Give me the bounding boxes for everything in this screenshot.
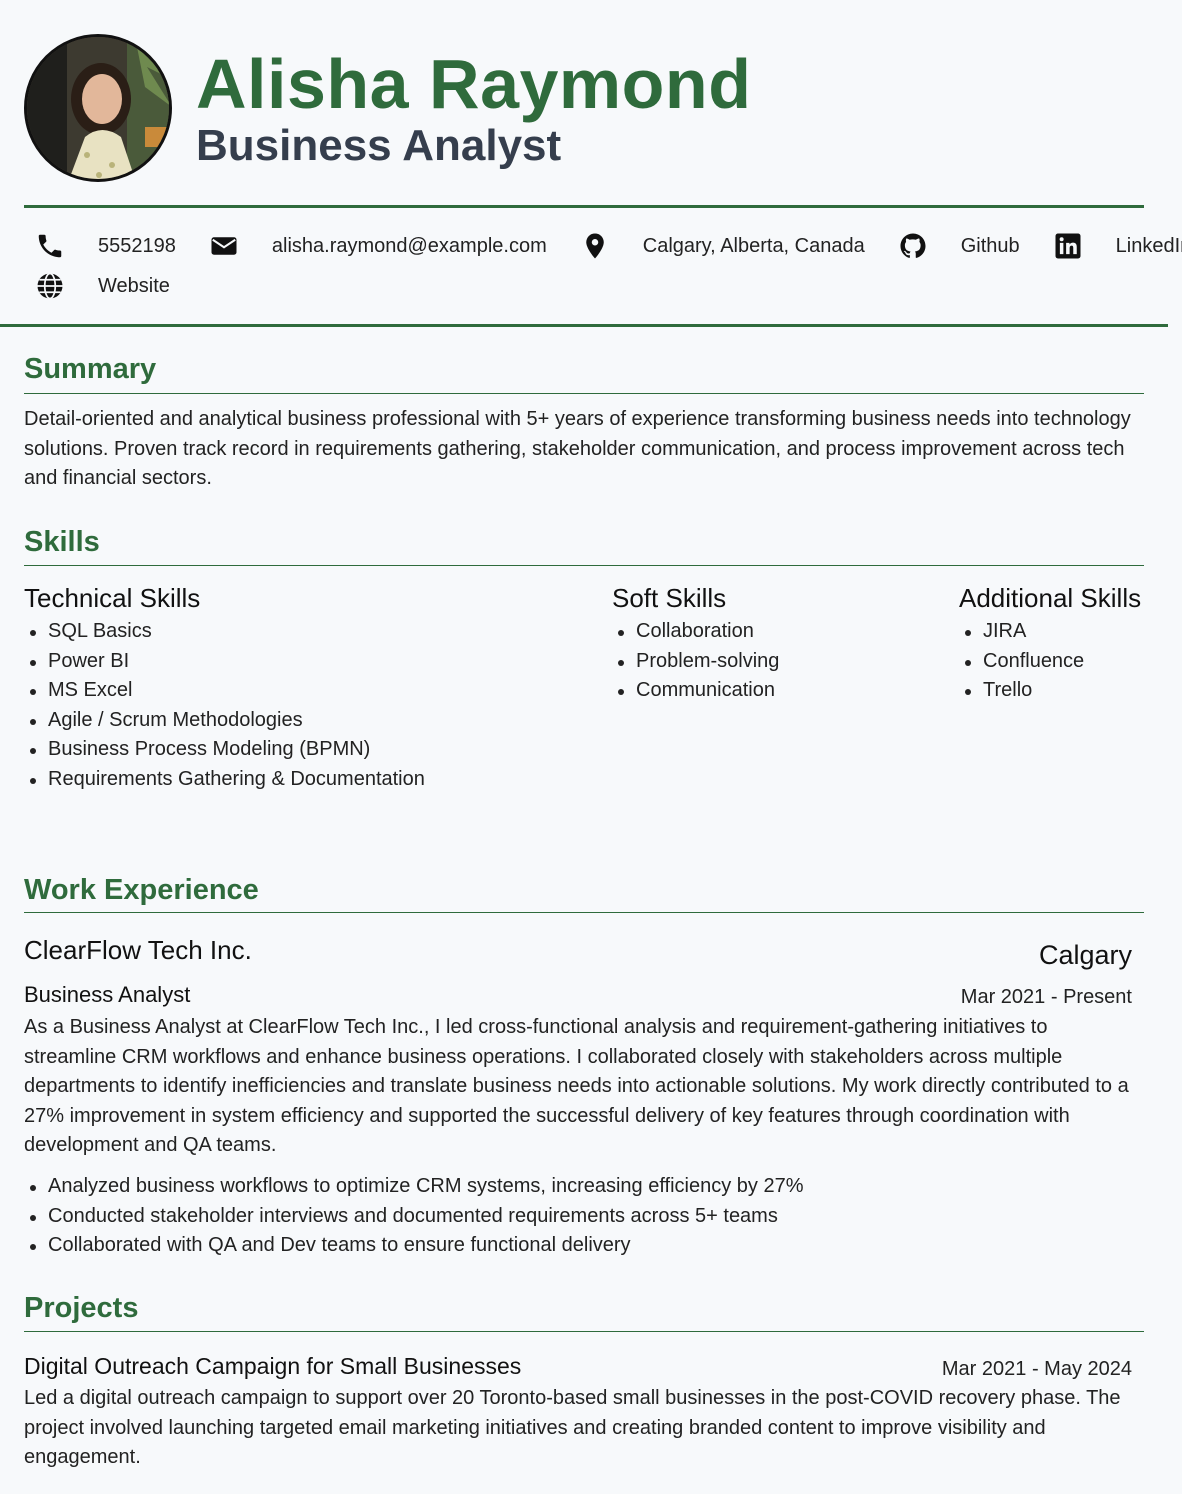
resume-page: Alisha Raymond Business Analyst 5552198 …	[0, 0, 1182, 1494]
candidate-name: Alisha Raymond	[196, 45, 752, 123]
candidate-title: Business Analyst	[196, 121, 562, 170]
skill-group-title: Additional Skills	[959, 583, 1142, 613]
skill-group-title: Soft Skills	[612, 583, 727, 613]
skills-heading: Skills	[24, 526, 100, 558]
contacts-divider	[0, 324, 1168, 327]
resume-header: Alisha Raymond Business Analyst	[24, 34, 1144, 184]
contact-linkedin[interactable]: LinkedIn	[1042, 230, 1182, 262]
github-icon	[897, 230, 929, 262]
phone-icon	[34, 230, 66, 262]
contact-phone[interactable]: 5552198	[24, 230, 176, 262]
project-dates: Mar 2021 - May 2024	[941, 1358, 1132, 1380]
contact-website[interactable]: Website	[24, 270, 170, 302]
skill-item: Requirements Gathering & Documentation	[24, 765, 425, 795]
job-description: As a Business Analyst at ClearFlow Tech …	[24, 1016, 1129, 1156]
summary-text: Detail-oriented and analytical business …	[24, 408, 1131, 489]
job-bullets: Analyzed business workflows to optimize …	[24, 1172, 804, 1261]
envelope-icon	[208, 230, 240, 262]
projects-heading: Projects	[24, 1292, 139, 1324]
skill-item: MS Excel	[24, 676, 425, 706]
skill-group-title: Technical Skills	[24, 583, 201, 613]
summary-heading: Summary	[24, 353, 157, 385]
contact-phone-text: 5552198	[98, 234, 176, 257]
skill-item: SQL Basics	[24, 617, 425, 647]
skill-item: Trello	[959, 676, 1141, 706]
job-role: Business Analyst	[24, 982, 191, 1007]
contact-website-text: Website	[98, 274, 170, 297]
contact-github-text: Github	[960, 234, 1020, 257]
contact-email-text: alisha.raymond@example.com	[271, 234, 547, 257]
experience-rule	[24, 912, 1144, 913]
skill-item: Communication	[612, 676, 779, 706]
avatar	[24, 34, 172, 182]
skill-item: Collaboration	[612, 617, 779, 647]
summary-rule	[24, 393, 1144, 394]
list-item: Conducted stakeholder interviews and doc…	[24, 1202, 804, 1232]
skill-group-additional: Additional Skills JIRA Confluence Trello	[959, 583, 1141, 706]
company-name: ClearFlow Tech Inc.	[24, 935, 252, 965]
list-item: Collaborated with QA and Dev teams to en…	[24, 1231, 804, 1261]
map-pin-icon	[579, 230, 611, 262]
contact-email[interactable]: alisha.raymond@example.com	[198, 230, 547, 262]
skill-item: Problem-solving	[612, 647, 779, 677]
skill-item: Agile / Scrum Methodologies	[24, 706, 425, 736]
experience-heading: Work Experience	[24, 874, 259, 906]
contact-github[interactable]: Github	[887, 230, 1020, 262]
linkedin-icon	[1052, 230, 1084, 262]
skill-group-soft: Soft Skills Collaboration Problem-solvin…	[612, 583, 779, 706]
job-dates: Mar 2021 - Present	[960, 986, 1132, 1008]
skill-item: JIRA	[959, 617, 1141, 647]
contact-location: Calgary, Alberta, Canada	[569, 230, 865, 262]
skill-group-technical: Technical Skills SQL Basics Power BI MS …	[24, 583, 425, 794]
skills-rule	[24, 565, 1144, 566]
contact-location-text: Calgary, Alberta, Canada	[642, 234, 865, 257]
contact-linkedin-text: LinkedIn	[1115, 234, 1182, 257]
projects-rule	[24, 1331, 1144, 1332]
globe-icon	[34, 270, 66, 302]
project-description: Led a digital outreach campaign to suppo…	[24, 1387, 1121, 1468]
contact-list: 5552198 alisha.raymond@example.com Calga…	[24, 226, 1182, 306]
list-item: Analyzed business workflows to optimize …	[24, 1172, 804, 1202]
skill-item: Business Process Modeling (BPMN)	[24, 735, 425, 765]
header-divider	[24, 205, 1144, 208]
project-name: Digital Outreach Campaign for Small Busi…	[24, 1353, 522, 1379]
skill-item: Confluence	[959, 647, 1141, 677]
skill-item: Power BI	[24, 647, 425, 677]
job-location: Calgary	[1038, 940, 1132, 970]
